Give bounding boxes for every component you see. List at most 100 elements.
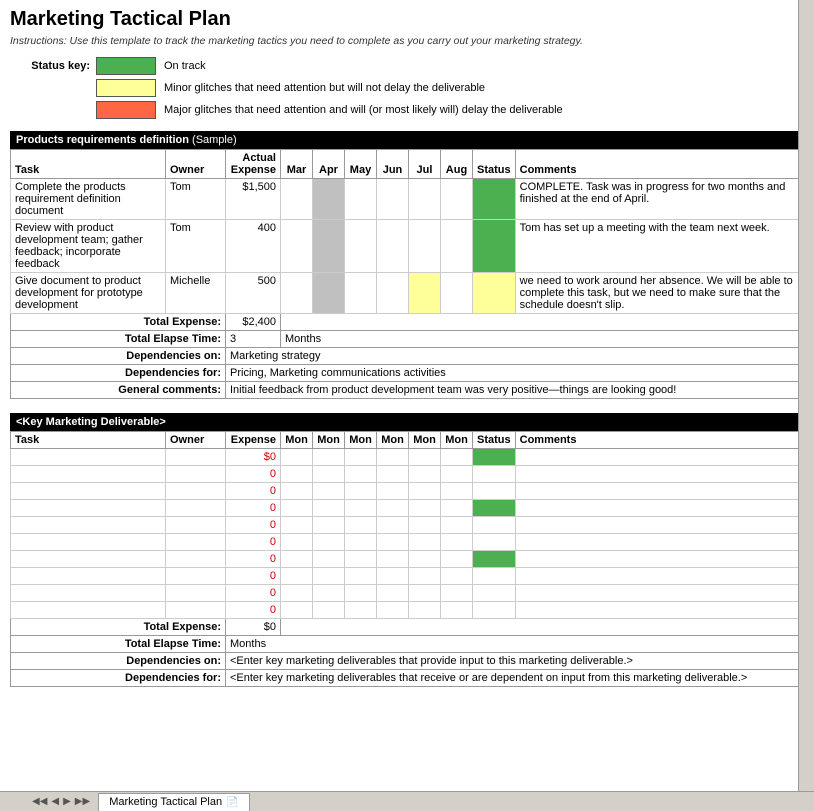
row3-may — [345, 273, 377, 314]
col-header-jul: Jul — [409, 150, 441, 179]
row3-jul — [409, 273, 441, 314]
s2-dependencies-on-row: Dependencies on: <Enter key marketing de… — [11, 653, 804, 670]
s2-total-elapse-label: Total Elapse Time: — [11, 636, 226, 653]
tab-arrow-left-left[interactable]: ◀◀ — [32, 796, 47, 807]
row2-owner: Tom — [166, 220, 226, 273]
s2-col-header-mon1: Mon — [281, 432, 313, 449]
dependencies-on-row: Dependencies on: Marketing strategy — [11, 348, 804, 365]
total-expense-row: Total Expense: $2,400 — [11, 314, 804, 331]
s2-col-header-task: Task — [11, 432, 166, 449]
table-row: 0 — [11, 517, 804, 534]
row1-apr — [313, 179, 345, 220]
tab-arrows[interactable]: ◀◀ ◀ ▶ ▶▶ — [30, 796, 92, 807]
row1-jun — [377, 179, 409, 220]
table-row: Review with product development team; ga… — [11, 220, 804, 273]
row1-task: Complete the products requirement defini… — [11, 179, 166, 220]
row1-mar — [281, 179, 313, 220]
row2-may — [345, 220, 377, 273]
total-elapse-label: Total Elapse Time: — [11, 331, 226, 348]
s2-total-elapse-row: Total Elapse Time: Months — [11, 636, 804, 653]
col-header-mar: Mar — [281, 150, 313, 179]
row3-task: Give document to product development for… — [11, 273, 166, 314]
s2-total-expense-value: $0 — [226, 619, 281, 636]
row1-expense: $1,500 — [226, 179, 281, 220]
col-header-aug: Aug — [441, 150, 473, 179]
status-key-section: Status key: On track Minor glitches that… — [10, 57, 804, 119]
total-elapse-value: 3 — [226, 331, 281, 348]
row3-mar — [281, 273, 313, 314]
status-green-box — [96, 57, 156, 75]
status-red-desc: Major glitches that need attention and w… — [164, 104, 563, 116]
col-header-status: Status — [473, 150, 516, 179]
row2-jul — [409, 220, 441, 273]
table-row: 0 — [11, 551, 804, 568]
col-header-expense: ActualExpense — [226, 150, 281, 179]
table-row: Give document to product development for… — [11, 273, 804, 314]
scrollbar[interactable] — [798, 0, 814, 791]
dependencies-on-value: Marketing strategy — [226, 348, 804, 365]
row3-status — [473, 273, 516, 314]
row3-apr — [313, 273, 345, 314]
tab-marketing-tactical-plan[interactable]: Marketing Tactical Plan 📄 — [98, 793, 249, 811]
section2-table: Task Owner Expense Mon Mon Mon Mon Mon M… — [10, 431, 804, 687]
tab-sheet-icon: 📄 — [226, 797, 238, 808]
status-red-box — [96, 101, 156, 119]
total-elapse-row: Total Elapse Time: 3 Months — [11, 331, 804, 348]
s2-col-header-owner: Owner — [166, 432, 226, 449]
row2-status — [473, 220, 516, 273]
table-row: 0 — [11, 500, 804, 517]
row3-comments: we need to work around her absence. We w… — [515, 273, 803, 314]
col-header-jun: Jun — [377, 150, 409, 179]
general-comments-row: General comments: Initial feedback from … — [11, 382, 804, 399]
s2-col-header-mon2: Mon — [313, 432, 345, 449]
s2-total-elapse-unit: Months — [226, 636, 804, 653]
row2-apr — [313, 220, 345, 273]
section1-table: Task Owner ActualExpense Mar Apr May Jun… — [10, 149, 804, 399]
row3-jun — [377, 273, 409, 314]
tab-label: Marketing Tactical Plan — [109, 796, 222, 808]
row2-comments: Tom has set up a meeting with the team n… — [515, 220, 803, 273]
row3-aug — [441, 273, 473, 314]
row1-may — [345, 179, 377, 220]
col-header-apr: Apr — [313, 150, 345, 179]
general-comments-label: General comments: — [11, 382, 226, 399]
row3-owner: Michelle — [166, 273, 226, 314]
page-title: Marketing Tactical Plan — [10, 8, 804, 31]
s2-dependencies-on-value: <Enter key marketing deliverables that p… — [226, 653, 804, 670]
table-row: 0 — [11, 466, 804, 483]
s2-col-header-mon6: Mon — [441, 432, 473, 449]
table-row: 0 — [11, 534, 804, 551]
row2-task: Review with product development team; ga… — [11, 220, 166, 273]
dependencies-for-label: Dependencies for: — [11, 365, 226, 382]
row1-status — [473, 179, 516, 220]
col-header-task: Task — [11, 150, 166, 179]
s2-col-header-mon5: Mon — [409, 432, 441, 449]
tab-arrow-right[interactable]: ▶ — [63, 796, 71, 807]
table-row: 0 — [11, 602, 804, 619]
s2-col-header-expense: Expense — [226, 432, 281, 449]
row1-aug — [441, 179, 473, 220]
status-green-desc: On track — [164, 60, 206, 72]
row1-owner: Tom — [166, 179, 226, 220]
dependencies-for-value: Pricing, Marketing communications activi… — [226, 365, 804, 382]
row1-jul — [409, 179, 441, 220]
tab-arrow-right-right[interactable]: ▶▶ — [75, 796, 90, 807]
s2-dependencies-for-label: Dependencies for: — [11, 670, 226, 687]
tab-bar: ◀◀ ◀ ▶ ▶▶ Marketing Tactical Plan 📄 — [0, 791, 814, 811]
s2-total-expense-row: Total Expense: $0 — [11, 619, 804, 636]
s2-col-header-mon4: Mon — [377, 432, 409, 449]
table-row: $0 — [11, 449, 804, 466]
total-elapse-unit: Months — [281, 331, 804, 348]
s2-col-header-status: Status — [473, 432, 516, 449]
s2-dependencies-for-row: Dependencies for: <Enter key marketing d… — [11, 670, 804, 687]
col-header-owner: Owner — [166, 150, 226, 179]
tab-arrow-left[interactable]: ◀ — [51, 796, 59, 807]
row2-mar — [281, 220, 313, 273]
dependencies-for-row: Dependencies for: Pricing, Marketing com… — [11, 365, 804, 382]
s2-col-header-mon3: Mon — [345, 432, 377, 449]
s2-dependencies-on-label: Dependencies on: — [11, 653, 226, 670]
section1-header: Products requirements definition (Sample… — [10, 131, 804, 149]
status-yellow-desc: Minor glitches that need attention but w… — [164, 82, 485, 94]
status-yellow-box — [96, 79, 156, 97]
total-expense-value: $2,400 — [226, 314, 281, 331]
